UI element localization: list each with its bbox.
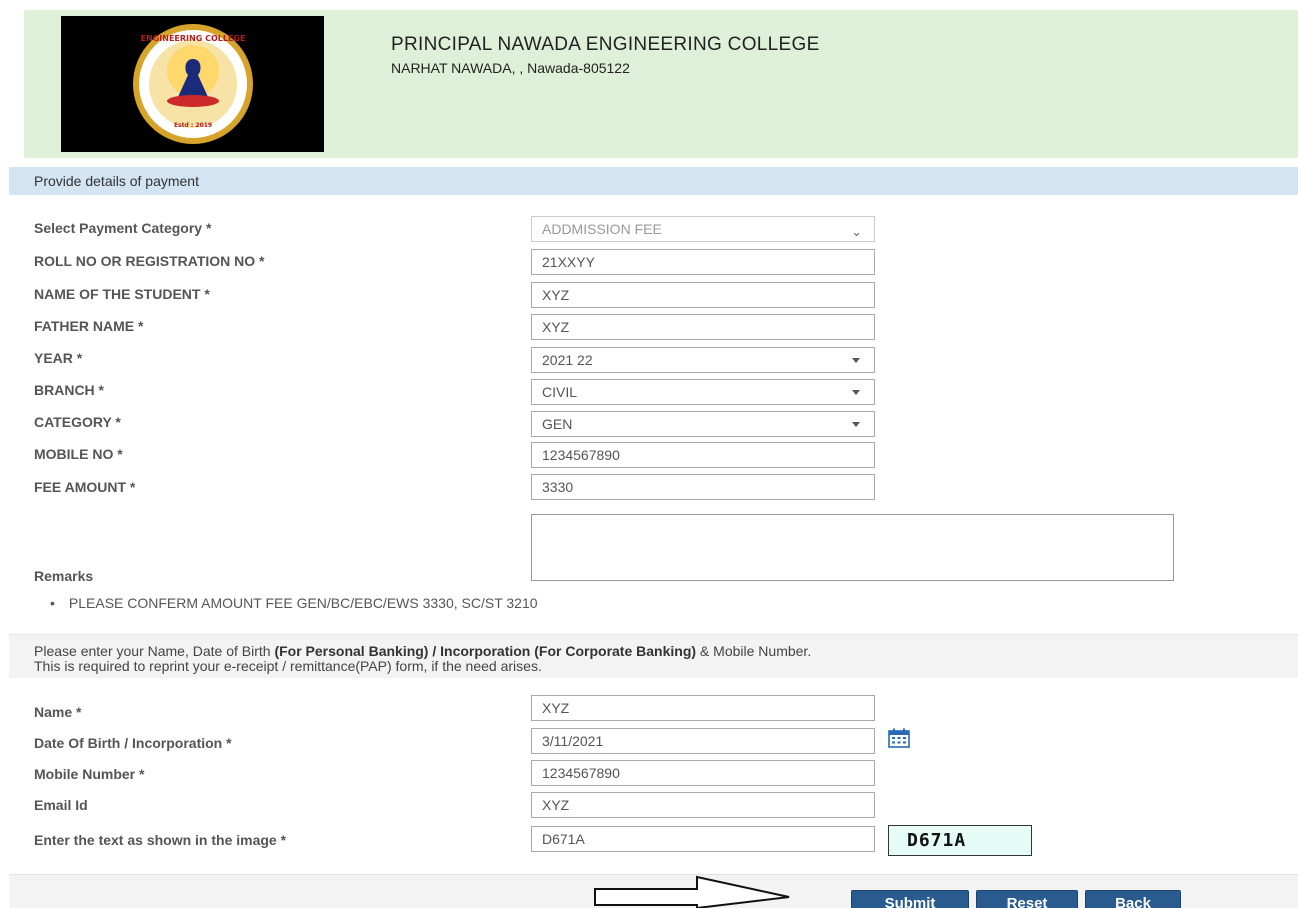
payment-page: ENGINEERING COLLEGE Estd : 2019 PRINCIPA… — [0, 0, 1298, 908]
category-label: CATEGORY * — [34, 414, 121, 430]
captcha-label: Enter the text as shown in the image * — [34, 832, 287, 848]
fee-note: • PLEASE CONFERM AMOUNT FEE GEN/BC/EBC/EW… — [50, 595, 538, 611]
mobile-number-label: Mobile Number * — [34, 766, 145, 782]
mobile-no-label: MOBILE NO * — [34, 446, 123, 462]
email-label: Email Id — [34, 797, 88, 813]
father-name-input[interactable]: XYZ — [531, 314, 875, 340]
info-text-part3: & Mobile Number. — [696, 643, 812, 659]
fee-amount-label: FEE AMOUNT * — [34, 479, 136, 495]
captcha-image: D671A — [888, 825, 1032, 856]
calendar-icon[interactable] — [888, 728, 910, 748]
captcha-input[interactable]: D671A — [531, 826, 875, 852]
info-text-bold: (For Personal Banking) / Incorporation (… — [274, 643, 697, 659]
right-arrow-icon — [594, 875, 790, 908]
info-band: Please enter your Name, Date of Birth (F… — [9, 634, 1298, 678]
payment-category-value: ADDMISSION FEE — [542, 221, 662, 237]
roll-no-input[interactable]: 21XXYY — [531, 249, 875, 275]
year-select[interactable]: 2021 22 — [531, 347, 875, 373]
student-name-input[interactable]: XYZ — [531, 282, 875, 308]
header: ENGINEERING COLLEGE Estd : 2019 PRINCIPA… — [24, 10, 1298, 158]
svg-text:Estd : 2019: Estd : 2019 — [173, 122, 211, 129]
section-header: Provide details of payment — [9, 167, 1298, 195]
branch-label: BRANCH * — [34, 382, 104, 398]
fee-amount-input[interactable]: 3330 — [531, 474, 875, 500]
branch-select[interactable]: CIVIL — [531, 379, 875, 405]
section-title: Provide details of payment — [34, 173, 199, 189]
name-label: Name * — [34, 704, 82, 720]
bullet-icon: • — [50, 595, 55, 611]
fee-note-text: PLEASE CONFERM AMOUNT FEE GEN/BC/EBC/EWS… — [68, 595, 538, 611]
svg-text:ENGINEERING COLLEGE: ENGINEERING COLLEGE — [140, 34, 245, 43]
reset-button[interactable]: Reset — [976, 890, 1078, 908]
dob-label: Date Of Birth / Incorporation * — [34, 735, 232, 751]
mobile-number-input[interactable]: 1234567890 — [531, 760, 875, 786]
chevron-down-icon: ⌄ — [851, 224, 862, 239]
institution-name: PRINCIPAL NAWADA ENGINEERING COLLEGE — [391, 34, 820, 55]
year-label: YEAR * — [34, 350, 83, 366]
back-button[interactable]: Back — [1085, 890, 1181, 908]
student-name-label: NAME OF THE STUDENT * — [34, 286, 210, 302]
remarks-textarea[interactable] — [531, 514, 1174, 581]
payment-category-label: Select Payment Category * — [34, 220, 212, 236]
submit-button[interactable]: Submit — [851, 890, 969, 908]
email-input[interactable]: XYZ — [531, 792, 875, 818]
info-text-part1: Please enter your Name, Date of Birth — [34, 643, 275, 659]
institution-address: NARHAT NAWADA, , Nawada-805122 — [391, 60, 630, 76]
remarks-label: Remarks — [34, 568, 94, 584]
payment-category-select[interactable]: ADDMISSION FEE ⌄ — [531, 216, 875, 242]
category-select[interactable]: GEN — [531, 411, 875, 437]
mobile-no-input[interactable]: 1234567890 — [531, 442, 875, 468]
roll-no-label: ROLL NO OR REGISTRATION NO * — [34, 253, 265, 269]
father-name-label: FATHER NAME * — [34, 318, 144, 334]
name-input[interactable]: XYZ — [531, 695, 875, 721]
info-text-line2: This is required to reprint your e-recei… — [34, 658, 542, 674]
college-logo: ENGINEERING COLLEGE Estd : 2019 — [61, 16, 324, 152]
dob-input[interactable]: 3/11/2021 — [531, 728, 875, 754]
